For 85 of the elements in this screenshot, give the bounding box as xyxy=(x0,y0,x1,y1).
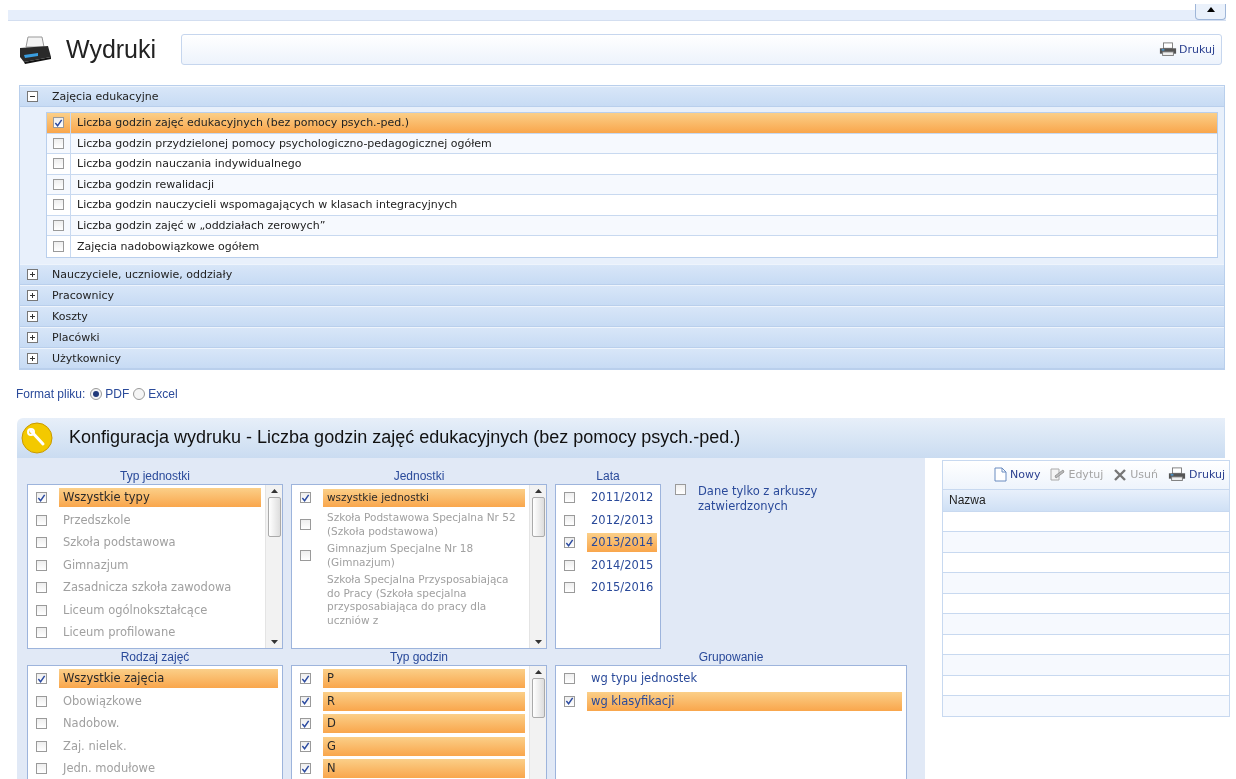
radio-label[interactable]: PDF xyxy=(105,386,130,401)
scroll-thumb[interactable] xyxy=(267,496,281,537)
checkbox[interactable] xyxy=(564,695,575,707)
checkbox[interactable] xyxy=(564,559,575,571)
up-arrow-icon xyxy=(1206,7,1215,12)
accordion-header[interactable]: Nauczyciele, uczniowie, oddziały xyxy=(20,263,1224,285)
checkbox[interactable] xyxy=(564,582,575,594)
delete-icon xyxy=(1113,467,1128,482)
checkbox[interactable] xyxy=(300,673,311,685)
checkbox[interactable] xyxy=(675,483,686,495)
list-title: Lata xyxy=(595,467,621,484)
plus-icon[interactable] xyxy=(27,268,38,280)
checkbox[interactable] xyxy=(53,137,64,149)
checkbox[interactable] xyxy=(53,158,64,170)
checkbox[interactable] xyxy=(564,492,575,504)
accordion-header[interactable]: Placówki xyxy=(20,326,1224,348)
edit-icon xyxy=(1050,467,1066,482)
checkbox[interactable] xyxy=(300,695,311,707)
minus-icon[interactable] xyxy=(27,91,38,102)
collapse-button[interactable] xyxy=(1195,4,1226,20)
report-item[interactable]: Liczba godzin zajęć w „oddziałach zerowych” xyxy=(47,215,1217,236)
printer-icon xyxy=(1158,42,1177,57)
plus-icon[interactable] xyxy=(27,331,38,343)
printer-icon xyxy=(18,34,52,65)
print-button[interactable]: Drukuj xyxy=(1167,467,1225,482)
checkbox[interactable] xyxy=(564,514,575,526)
page-title: Wydruki xyxy=(66,35,158,64)
checkbox[interactable] xyxy=(564,537,575,549)
radio-label[interactable]: Excel xyxy=(148,386,178,401)
plus-icon[interactable] xyxy=(27,310,38,322)
list-title: Jednostki xyxy=(392,467,446,484)
plus-icon[interactable] xyxy=(27,289,38,301)
document-icon xyxy=(993,467,1007,482)
checkbox[interactable] xyxy=(300,492,311,504)
panel-title: Konfiguracja wydruku - Liczba godzin zajęć edukacyjnych (bez pomocy psych.-ped.) xyxy=(69,427,741,448)
wrench-icon xyxy=(21,421,53,454)
plus-icon[interactable] xyxy=(27,352,38,364)
scrollbar[interactable] xyxy=(529,665,546,779)
format-label: Format pliku: xyxy=(16,386,86,401)
column-header[interactable]: Nazwa xyxy=(943,493,986,507)
report-item[interactable]: Liczba godzin nauczania indywidualnego xyxy=(47,154,1217,175)
list-item[interactable]: 2011/2012 xyxy=(564,486,656,509)
list-title: Typ jednostki xyxy=(118,467,191,484)
scrollbar[interactable] xyxy=(265,484,282,648)
list-item[interactable]: wg typu jednostek xyxy=(564,667,902,690)
checkbox[interactable] xyxy=(53,219,64,231)
report-item[interactable]: Liczba godzin przydzielonej pomocy psychologiczno-pedagogicznej ogółem xyxy=(47,133,1217,154)
report-item[interactable]: Liczba godzin nauczycieli wspomagających w klasach integracyjnych xyxy=(47,195,1217,216)
checkbox[interactable] xyxy=(53,240,64,252)
checkbox[interactable] xyxy=(53,117,64,129)
down-arrow-icon[interactable] xyxy=(270,639,278,644)
list-item[interactable]: 2012/2013 xyxy=(564,509,656,532)
radio-button[interactable] xyxy=(133,387,146,400)
report-item[interactable]: Zajęcia nadobowiązkowe ogółem xyxy=(47,236,1217,257)
list-title: Typ godzin xyxy=(388,648,449,665)
list-item[interactable]: 2014/2015 xyxy=(564,554,656,577)
report-item[interactable]: Liczba godzin rewalidacji xyxy=(47,174,1217,195)
checkbox[interactable] xyxy=(36,492,47,504)
print-button[interactable]: Drukuj xyxy=(1158,42,1215,57)
checkbox[interactable] xyxy=(53,178,64,190)
radio-button[interactable] xyxy=(90,387,103,400)
checkbox[interactable] xyxy=(53,199,64,211)
new-button[interactable]: Nowy xyxy=(993,467,1041,482)
up-arrow-icon[interactable] xyxy=(534,669,542,674)
list-title: Grupowanie xyxy=(697,648,765,665)
scroll-thumb[interactable] xyxy=(531,677,545,718)
report-item[interactable]: Liczba godzin zajęć edukacyjnych (bez pomocy psych.-ped.) xyxy=(47,113,1217,134)
printer-icon xyxy=(1167,467,1186,482)
accordion-header[interactable]: Pracownicy xyxy=(20,284,1224,306)
scrollbar[interactable] xyxy=(529,484,546,648)
list-title: Rodzaj zajęć xyxy=(119,648,191,665)
checkbox-label[interactable]: Dane tylko z arkuszy zatwierdzonych xyxy=(698,483,858,514)
checkbox[interactable] xyxy=(300,763,311,775)
up-arrow-icon[interactable] xyxy=(270,488,278,493)
up-arrow-icon[interactable] xyxy=(534,488,542,493)
checkbox[interactable] xyxy=(300,740,311,752)
down-arrow-icon[interactable] xyxy=(534,639,542,644)
accordion-header[interactable]: Użytkownicy xyxy=(20,347,1224,369)
accordion-header[interactable]: Koszty xyxy=(20,305,1224,327)
checkbox[interactable] xyxy=(564,673,575,685)
checkbox[interactable] xyxy=(36,673,47,685)
list-item[interactable]: 2015/2016 xyxy=(564,576,656,599)
accordion-header[interactable]: Zajęcia edukacyjne xyxy=(20,86,1224,107)
checkbox[interactable] xyxy=(300,718,311,730)
scroll-thumb[interactable] xyxy=(531,496,545,537)
